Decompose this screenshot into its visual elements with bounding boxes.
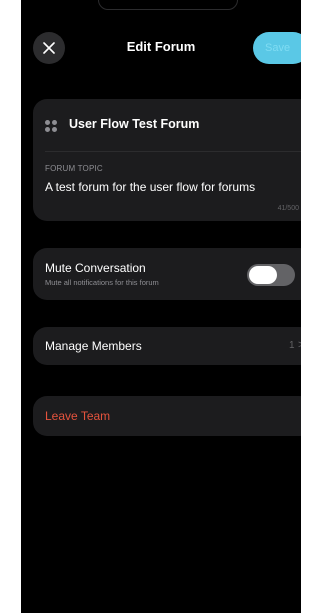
mute-conversation-row: Mute Conversation Mute all notifications… — [33, 248, 301, 300]
forum-details-card: User Flow Test Forum FORUM TOPIC A test … — [33, 99, 301, 221]
forum-name-input[interactable]: User Flow Test Forum — [69, 117, 199, 131]
save-button[interactable]: Save — [253, 32, 301, 64]
manage-members-label: Manage Members — [45, 339, 142, 353]
mute-conversation-label: Mute Conversation — [45, 261, 146, 275]
leave-team-label: Leave Team — [45, 409, 111, 423]
forum-topic-label: FORUM TOPIC — [45, 164, 103, 173]
mute-conversation-description: Mute all notifications for this forum — [45, 278, 159, 287]
manage-members-row[interactable]: Manage Members 1 > — [33, 327, 301, 365]
mute-toggle[interactable] — [247, 264, 295, 286]
device-notch — [98, 0, 238, 10]
members-count: 1 — [289, 340, 295, 351]
header: Edit Forum Save — [21, 32, 301, 64]
chevron-right-icon: > — [298, 339, 301, 351]
toggle-knob — [249, 266, 277, 284]
character-count: 41/500 — [277, 205, 299, 212]
divider — [45, 151, 301, 152]
leave-team-button[interactable]: Leave Team — [33, 396, 301, 436]
grid-dots-icon — [45, 120, 57, 132]
phone-screen: Edit Forum Save User Flow Test Forum FOR… — [21, 0, 301, 613]
forum-topic-input[interactable]: A test forum for the user flow for forum… — [45, 180, 255, 194]
